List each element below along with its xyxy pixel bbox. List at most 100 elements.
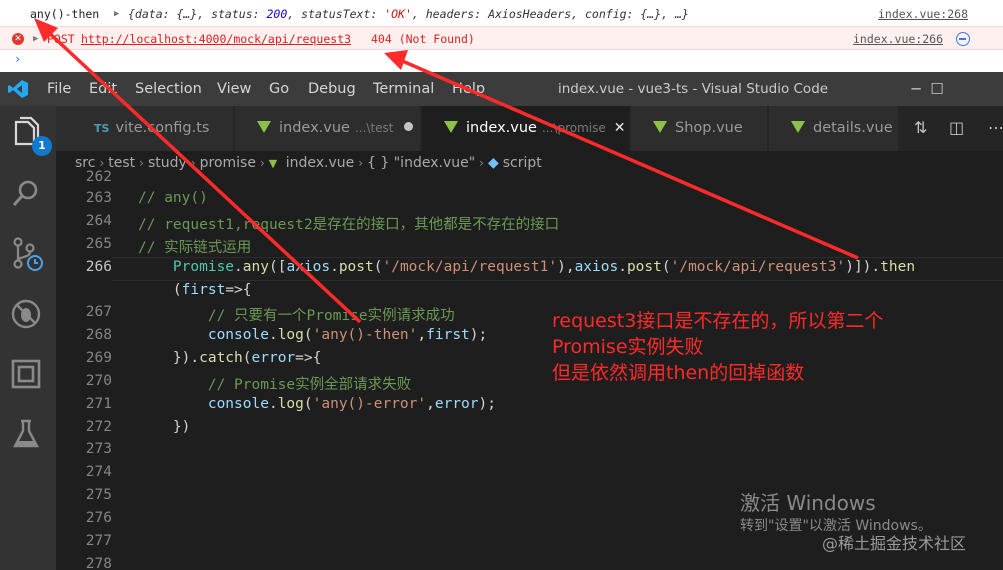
menu-terminal[interactable]: Terminal xyxy=(373,72,434,106)
breadcrumb-item[interactable]: { } "index.vue" xyxy=(367,155,475,171)
tab-description: ...\promise xyxy=(541,121,606,135)
maximize-button[interactable]: ☐ xyxy=(917,72,957,106)
tab-details-vue[interactable]: details.vue xyxy=(769,106,899,151)
tab-index-vue-promise[interactable]: index.vue ...\promise ✕ xyxy=(422,106,630,151)
activate-windows-title: 激活 Windows xyxy=(740,491,876,515)
code-line: // any() xyxy=(138,190,208,206)
annotation-line: request3接口是不存在的，所以第二个 xyxy=(552,310,884,332)
unsaved-dot-icon xyxy=(403,122,413,131)
line-number: 278 xyxy=(85,556,112,570)
source-control-button[interactable] xyxy=(8,236,48,276)
source-link[interactable]: index.vue:266 xyxy=(853,27,943,51)
tab-description: ...\test xyxy=(354,121,394,135)
code-line: // request1,request2是存在的接口，其他都是不存在的接口 xyxy=(138,217,560,233)
expand-triangle-icon[interactable]: ▶ xyxy=(33,27,38,51)
line-number: 271 xyxy=(85,396,112,412)
menu-view[interactable]: View xyxy=(217,72,251,106)
log-object[interactable]: {data: {…}, status: 200, statusText: 'OK… xyxy=(128,2,689,26)
line-number: 274 xyxy=(85,464,112,480)
line-number: 270 xyxy=(85,373,112,389)
breadcrumb-item[interactable]: script xyxy=(503,155,542,171)
line-number: 263 xyxy=(85,190,112,206)
brand-watermark: @稀土掘金技术社区 xyxy=(822,534,967,553)
source-link[interactable]: index.vue:268 xyxy=(878,2,968,26)
menu-help[interactable]: Help xyxy=(452,72,485,106)
log-status: 200 xyxy=(266,7,288,21)
request-url[interactable]: http://localhost:4000/mock/api/request3 xyxy=(81,27,351,51)
tab-label: index.vue xyxy=(279,120,350,136)
line-number: 269 xyxy=(85,350,112,366)
code-line: console.log('any()-error',error); xyxy=(207,396,496,412)
line-number-current: 266 xyxy=(85,259,112,275)
vue-file-icon xyxy=(653,121,667,133)
menu-debug[interactable]: Debug xyxy=(308,72,356,106)
code-line: // Promise实例全部请求失败 xyxy=(207,377,412,393)
console-prompt-row[interactable]: › xyxy=(0,49,1003,69)
menu-selection[interactable]: Selection xyxy=(135,72,202,106)
log-object-part: , statusText: xyxy=(287,7,385,21)
code-line: // 只要有一个Promise实例请求成功 xyxy=(207,308,455,324)
request-method: POST xyxy=(47,32,75,46)
extensions-icon xyxy=(11,359,41,389)
code-line: console.log('any()-then',first); xyxy=(207,327,488,343)
code-line: (first=>{ xyxy=(138,282,252,298)
vue-file-icon xyxy=(791,121,805,133)
more-actions-icon[interactable]: ⋯ xyxy=(988,118,1003,137)
expand-triangle-icon[interactable]: ▶ xyxy=(114,2,119,26)
log-object-part: , headers: AxiosHeaders, config: {…}, …} xyxy=(411,7,689,21)
explorer-button[interactable]: 1 xyxy=(8,116,52,156)
menu-go[interactable]: Go xyxy=(269,72,289,106)
line-number: 262 xyxy=(85,169,112,185)
vue-file-icon xyxy=(444,121,458,133)
breadcrumb-separator: › xyxy=(190,156,196,170)
tab-label: Shop.vue xyxy=(675,120,743,136)
console-error-row[interactable]: ✕ ▶ POST http://localhost:4000/mock/api/… xyxy=(0,26,1003,50)
debug-button[interactable] xyxy=(8,296,48,336)
log-message: any()-then xyxy=(30,7,100,21)
line-number: 273 xyxy=(85,441,112,457)
breadcrumb-separator: › xyxy=(139,156,144,170)
vue-file-icon: ▼ xyxy=(268,157,278,170)
breadcrumb-item[interactable]: promise xyxy=(200,155,256,171)
vscode-logo-icon xyxy=(8,80,28,98)
extensions-button[interactable] xyxy=(8,356,48,396)
console-log-row[interactable]: any()-then ▶ {data: {…}, status: 200, st… xyxy=(0,2,1003,26)
breadcrumb-item[interactable]: study xyxy=(148,155,187,171)
close-icon[interactable]: ✕ xyxy=(614,120,626,136)
prompt-chevron-icon: › xyxy=(14,52,22,66)
search-button[interactable] xyxy=(8,176,48,216)
line-number: 276 xyxy=(85,510,112,526)
line-number: 275 xyxy=(85,487,112,503)
tab-label: details.vue xyxy=(813,120,893,136)
breadcrumb-separator: › xyxy=(99,156,105,170)
menu-file[interactable]: File xyxy=(47,72,71,106)
search-icon xyxy=(12,180,38,206)
window-title: index.vue - vue3-ts - Visual Studio Code xyxy=(558,81,829,97)
breadcrumb-separator: › xyxy=(479,156,484,170)
breadcrumb: src › test › study › promise › ▼ index.vue ›{ } "… xyxy=(56,151,1003,175)
line-number: 267 xyxy=(85,304,112,320)
split-editor-icon[interactable]: ◫ xyxy=(949,118,964,137)
menu-edit[interactable]: Edit xyxy=(89,72,117,106)
request-status: 404 (Not Found) xyxy=(371,32,475,46)
testing-button[interactable] xyxy=(8,416,48,456)
annotation-text: request3接口是不存在的，所以第二个 Promise实例失败 但是依然调用… xyxy=(552,308,883,386)
editor-tabs: TS vite.config.ts index.vue ...\test index… xyxy=(56,106,1003,151)
log-object-part: {data: {…}, status: xyxy=(128,7,267,21)
compare-changes-icon[interactable]: ⇅ xyxy=(914,118,927,137)
annotation-line: 但是依然调用then的回掉函数 xyxy=(552,362,805,384)
tab-vite-config[interactable]: TS vite.config.ts xyxy=(56,106,234,151)
breadcrumb-item[interactable]: test xyxy=(108,155,135,171)
breadcrumb-item[interactable]: index.vue xyxy=(286,155,355,171)
flask-icon xyxy=(13,419,39,448)
tab-index-vue-test[interactable]: index.vue ...\test xyxy=(235,106,421,151)
tab-label: vite.config.ts xyxy=(115,120,210,136)
debug-bug-icon xyxy=(11,299,41,329)
annotation-line: Promise实例失败 xyxy=(552,336,704,358)
tab-label: index.vue xyxy=(466,120,537,136)
devtools-console: any()-then ▶ {data: {…}, status: 200, st… xyxy=(0,0,1003,72)
tab-shop-vue[interactable]: Shop.vue xyxy=(631,106,768,151)
network-icon[interactable] xyxy=(956,32,970,46)
code-line: }) xyxy=(138,419,191,435)
code-line: Promise.any([axios.post('/mock/api/reque… xyxy=(172,259,916,275)
